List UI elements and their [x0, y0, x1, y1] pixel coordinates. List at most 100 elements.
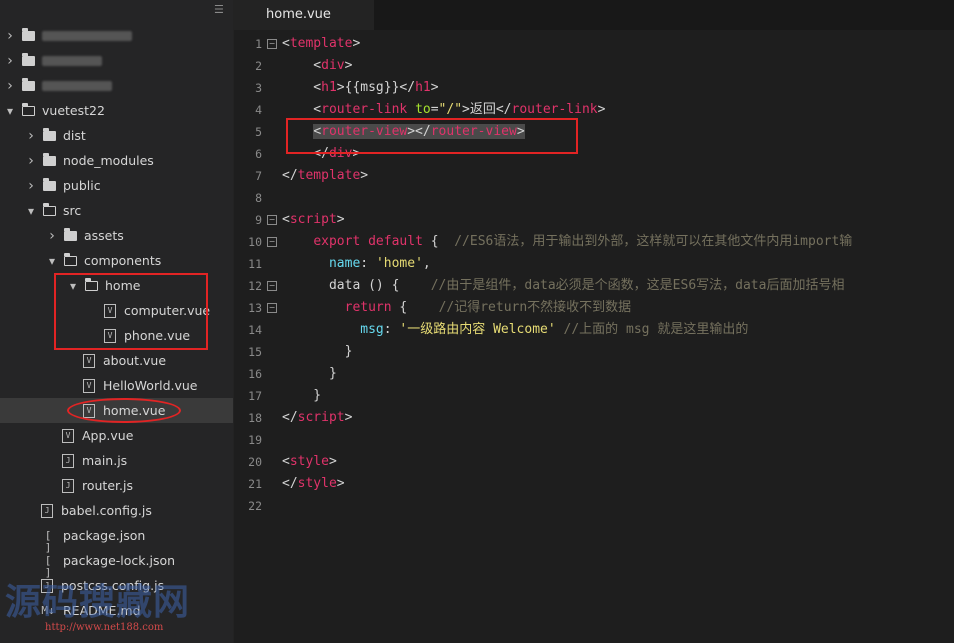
line-number: 10 — [248, 235, 262, 249]
obscured-label — [42, 55, 102, 66]
chevron-right-icon[interactable]: › — [4, 53, 16, 69]
chevron-right-icon[interactable]: › — [4, 28, 16, 44]
chevron-right-icon[interactable]: › — [25, 128, 37, 144]
code-line[interactable]: 18 </script> — [234, 407, 954, 429]
code-line[interactable]: 11 name: 'home', — [234, 253, 954, 275]
code-line[interactable]: 9− <script> — [234, 209, 954, 231]
code-text: </script> — [282, 407, 352, 429]
code-line[interactable]: 15 } — [234, 341, 954, 363]
code-token: //ES6语法，用于输出到外部，这样就可以在其他文件内用import输 — [454, 234, 853, 249]
folder-open-icon — [42, 202, 56, 216]
tree-item[interactable]: Vabout.vue — [0, 348, 233, 373]
code-token: } — [282, 366, 337, 381]
tree-item-label: babel.config.js — [61, 503, 152, 518]
tree-item[interactable]: Jrouter.js — [0, 473, 233, 498]
fold-toggle-icon[interactable]: − — [267, 281, 277, 291]
code-token: script — [289, 212, 337, 227]
chevron-right-icon[interactable]: › — [25, 153, 37, 169]
chevron-right-icon[interactable]: › — [4, 78, 16, 94]
fold-toggle-icon[interactable]: − — [267, 215, 277, 225]
menu-icon[interactable]: ☰ — [214, 4, 225, 15]
tree-item[interactable]: › — [0, 48, 233, 73]
code-line[interactable]: 1− <template> — [234, 33, 954, 55]
tree-item[interactable]: › public — [0, 173, 233, 198]
code-token: template — [289, 36, 353, 51]
fold-toggle-icon[interactable]: − — [267, 303, 277, 313]
line-number: 2 — [255, 59, 262, 73]
code-token: < — [282, 80, 322, 95]
code-text: } — [282, 385, 321, 407]
file-json-icon: [ ] — [44, 528, 52, 554]
code-token: < — [282, 58, 322, 73]
code-text: } — [282, 363, 337, 385]
tree-item[interactable]: › node_modules — [0, 148, 233, 173]
code-line[interactable]: 14 msg: '一级路由内容 Welcome' //上面的 msg 就是这里输… — [234, 319, 954, 341]
code-token: < — [282, 36, 290, 51]
code-token: > — [352, 36, 361, 51]
chevron-down-icon[interactable]: ▾ — [25, 204, 37, 218]
code-token: router-link — [511, 102, 598, 117]
line-number: 21 — [248, 477, 262, 491]
tree-item[interactable]: V HelloWorld.vue — [0, 373, 233, 398]
fold-toggle-icon[interactable]: − — [267, 39, 277, 49]
tree-item[interactable]: [ ] package-lock.json — [0, 548, 233, 578]
code-line[interactable]: 16 } — [234, 363, 954, 385]
line-number: 5 — [255, 125, 262, 139]
line-number: 22 — [248, 499, 262, 513]
code-line[interactable]: 7 </template> — [234, 165, 954, 187]
code-line[interactable]: 2 <div> — [234, 55, 954, 77]
obscured-label — [42, 80, 112, 91]
tree-item[interactable]: V App.vue — [0, 423, 233, 448]
code-line[interactable]: 22 — [234, 495, 954, 517]
chevron-right-icon[interactable]: › — [46, 228, 58, 244]
code-line[interactable]: 13− return { //记得return不然接收不到数据 — [234, 297, 954, 319]
line-number: 17 — [248, 389, 262, 403]
tab-home-vue[interactable]: home.vue — [234, 0, 374, 30]
tree-item-label: package-lock.json — [63, 553, 176, 568]
folder-icon — [22, 77, 35, 91]
code-token: </ — [282, 168, 298, 183]
code-line[interactable]: 19 — [234, 429, 954, 451]
code-line[interactable]: 10− export default { //ES6语法，用于输出到外部，这样就… — [234, 231, 954, 253]
fold-toggle-icon[interactable]: − — [267, 237, 277, 247]
code-line[interactable]: 12− data () { //由于是组件，data必须是个函数，这是ES6写法… — [234, 275, 954, 297]
code-text: export default { //ES6语法，用于输出到外部，这样就可以在其… — [282, 231, 852, 253]
code-text: <template> — [282, 33, 360, 55]
line-number: 7 — [255, 169, 262, 183]
code-token: "/" — [438, 102, 463, 117]
code-text: msg: '一级路由内容 Welcome' //上面的 msg 就是这里输出的 — [282, 319, 748, 341]
code-token: //上面的 msg 就是这里输出的 — [563, 322, 749, 337]
tree-item[interactable]: › — [0, 73, 233, 98]
line-number: 15 — [248, 345, 262, 359]
code-line[interactable]: 17 } — [234, 385, 954, 407]
tree-item[interactable]: ▾ components — [0, 248, 233, 273]
line-number: 20 — [248, 455, 262, 469]
line-number: 3 — [255, 81, 262, 95]
line-number: 12 — [248, 279, 262, 293]
line-number: 16 — [248, 367, 262, 381]
tree-item[interactable]: Jmain.js — [0, 448, 233, 473]
tree-item[interactable]: [ ] package.json — [0, 523, 233, 554]
tree-item-label: router.js — [82, 478, 133, 493]
code-line[interactable]: 3 <h1>{{msg}}</h1> — [234, 77, 954, 99]
tree-item[interactable]: › assets — [0, 223, 233, 248]
chevron-down-icon[interactable]: ▾ — [46, 254, 58, 268]
chevron-down-icon[interactable]: ▾ — [4, 104, 16, 118]
code-line[interactable]: 20 <style> — [234, 451, 954, 473]
code-token: >{{msg}}</ — [336, 80, 416, 95]
code-text: <style> — [282, 451, 337, 473]
code-line[interactable]: 21 </style> — [234, 473, 954, 495]
tree-item[interactable]: Jbabel.config.js — [0, 498, 233, 523]
code-line[interactable]: 8 — [234, 187, 954, 209]
tree-item[interactable]: ▾ src — [0, 198, 233, 223]
tree-item[interactable]: › dist — [0, 123, 233, 148]
tree-item[interactable]: ▾ vuetest22 — [0, 98, 233, 123]
chevron-right-icon[interactable]: › — [25, 178, 37, 194]
file-js-icon: J — [62, 478, 74, 493]
file-js-icon: J — [62, 453, 74, 468]
tree-item[interactable]: › — [0, 23, 233, 48]
code-token: style — [289, 454, 329, 469]
